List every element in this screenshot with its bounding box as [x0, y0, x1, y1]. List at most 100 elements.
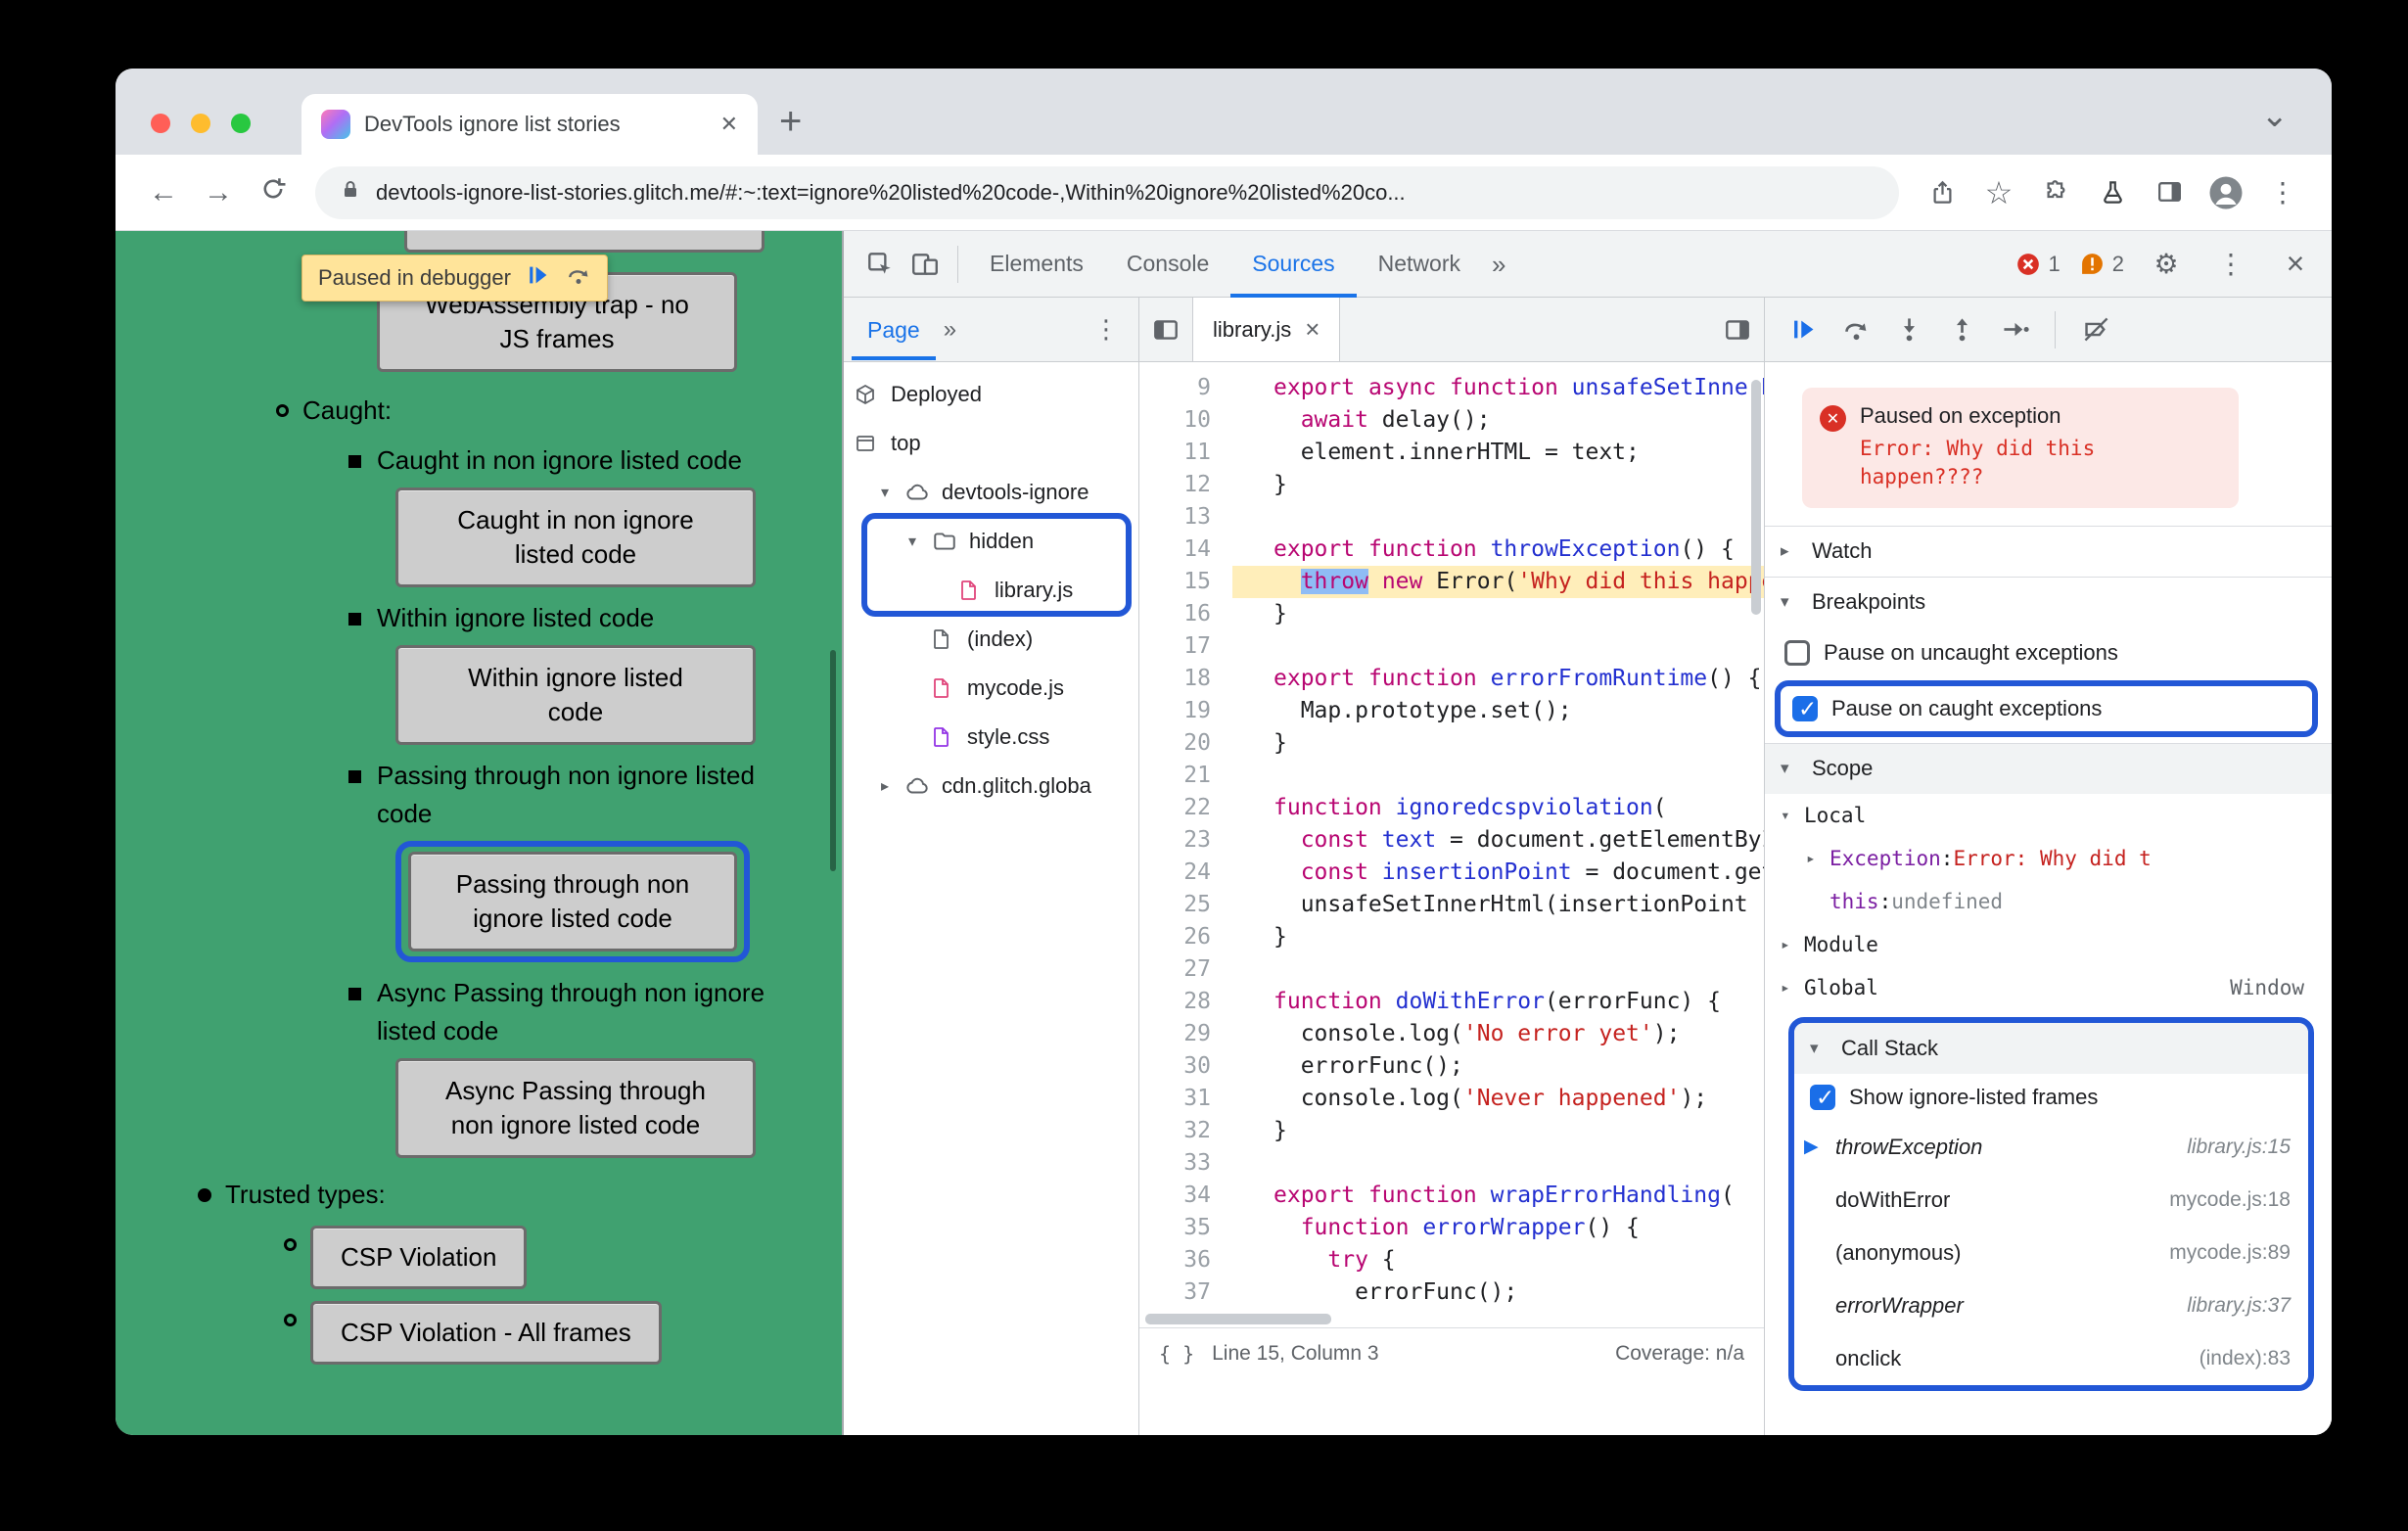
lock-icon[interactable] — [339, 178, 362, 207]
watch-section-header[interactable]: Watch — [1765, 525, 2332, 577]
tree-row[interactable]: Deployed — [844, 370, 1138, 419]
tab-console[interactable]: Console — [1105, 231, 1230, 298]
breakpoint-item[interactable]: Pause on caught exceptions — [1781, 686, 2312, 731]
forward-icon[interactable] — [196, 176, 241, 209]
horizontal-scrollbar[interactable] — [1139, 1311, 1764, 1327]
step-over-icon[interactable] — [566, 262, 591, 294]
pretty-print-icon[interactable] — [1159, 1342, 1194, 1366]
frame-name: errorWrapper — [1835, 1292, 1964, 1318]
vertical-scrollbar[interactable] — [1751, 380, 1761, 615]
checkbox-checked[interactable] — [1792, 695, 1818, 722]
chevron-right-icon[interactable]: ▸ — [1781, 978, 1804, 997]
tree-row[interactable]: top — [844, 419, 1138, 468]
tree-row[interactable]: (index) — [844, 615, 1138, 664]
page-scrollbar[interactable] — [830, 650, 836, 871]
deactivate-breakpoints-icon[interactable] — [2073, 314, 2118, 345]
call-stack-frame[interactable]: (anonymous) mycode.js:89 — [1794, 1226, 2308, 1279]
tab-sources[interactable]: Sources — [1230, 231, 1356, 298]
page-button[interactable]: Within ignore listed code — [395, 645, 756, 745]
tree-row[interactable]: mycode.js — [844, 664, 1138, 713]
show-ignore-listed-frames-toggle[interactable]: Show ignore-listed frames — [1794, 1073, 2308, 1121]
checkbox-unchecked[interactable] — [1784, 639, 1810, 666]
page-button[interactable]: CSP Violation - All frames — [310, 1301, 662, 1365]
tree-row[interactable]: ▸ cdn.glitch.globa — [844, 762, 1138, 811]
reload-icon[interactable] — [251, 175, 296, 210]
more-panels-icon[interactable] — [1482, 231, 1515, 298]
page-button[interactable]: Caught in non ignore listed code — [395, 487, 756, 587]
device-toolbar-icon[interactable] — [903, 250, 948, 279]
step-icon[interactable] — [1992, 314, 2037, 345]
step-into-icon[interactable] — [1886, 314, 1931, 345]
call-stack-frame[interactable]: ▶ throwException library.js:15 — [1794, 1120, 2308, 1174]
inspect-icon[interactable] — [857, 250, 903, 279]
editor-tab-library-js[interactable]: library.js — [1192, 298, 1341, 361]
partial-button[interactable] — [404, 231, 764, 253]
extensions-puzzle-icon[interactable] — [2032, 179, 2079, 206]
chevron-right-icon[interactable]: ▸ — [1781, 935, 1804, 953]
breakpoint-item[interactable]: Pause on uncaught exceptions — [1765, 627, 2332, 678]
devtools-kebab-icon[interactable] — [2208, 248, 2253, 280]
side-panel-icon[interactable] — [2146, 178, 2193, 207]
scope-row[interactable]: ▸ Exception: Error: Why did t — [1765, 837, 2332, 880]
tab-title: DevTools ignore list stories — [364, 112, 621, 136]
checkbox-checked[interactable] — [1810, 1084, 1835, 1111]
page-button[interactable]: Passing through non ignore listed code — [408, 852, 737, 951]
zoom-icon[interactable] — [231, 114, 251, 133]
resume-icon[interactable] — [527, 263, 550, 293]
step-out-icon[interactable] — [1939, 314, 1984, 345]
chevron-right-icon[interactable]: ▸ — [1806, 849, 1829, 867]
page-button[interactable]: CSP Violation — [310, 1226, 528, 1289]
tab-network[interactable]: Network — [1357, 231, 1482, 298]
scope-section-header[interactable]: Scope — [1765, 742, 2332, 794]
chevron-down-icon[interactable]: ▾ — [881, 483, 904, 502]
tab-search-chevron-icon[interactable] — [2261, 96, 2290, 135]
editor-tab-close-icon[interactable] — [1305, 314, 1320, 345]
scope-row[interactable]: this: undefined — [1765, 880, 2332, 923]
bookmark-star-icon[interactable] — [1975, 174, 2022, 211]
navigator-panel-toggle-icon[interactable] — [1139, 298, 1192, 361]
tree-row[interactable]: ▾ hidden — [844, 517, 1138, 566]
extension-flask-icon[interactable] — [2089, 179, 2136, 206]
share-icon[interactable] — [1919, 179, 1966, 206]
gear-icon[interactable] — [2144, 248, 2189, 280]
browser-menu-kebab-icon[interactable] — [2259, 176, 2306, 209]
scope-row[interactable]: ▸ Global Window — [1765, 966, 2332, 1009]
list-item: Caught in non ignore listed code — [348, 441, 842, 480]
issues-badge[interactable]: 2 — [2080, 252, 2124, 277]
error-badge[interactable]: 1 — [2015, 252, 2061, 277]
more-nav-tabs-icon[interactable] — [936, 316, 964, 344]
breakpoints-section-header[interactable]: Breakpoints — [1765, 576, 2332, 627]
page-button[interactable]: Async Passing through non ignore listed … — [395, 1058, 756, 1158]
chevron-down-icon[interactable]: ▾ — [1781, 806, 1804, 824]
tree-row[interactable]: style.css — [844, 713, 1138, 762]
tree-row[interactable]: ▾ devtools-ignore — [844, 468, 1138, 517]
call-stack-section-header[interactable]: Call Stack — [1794, 1022, 2308, 1074]
new-tab-button[interactable] — [779, 100, 802, 144]
tab-close-icon[interactable] — [720, 112, 738, 137]
navigator-kebab-icon[interactable] — [1082, 314, 1131, 345]
call-stack-frame[interactable]: errorWrapper library.js:37 — [1794, 1278, 2308, 1332]
list-item: Caught: — [276, 392, 842, 430]
scope-row[interactable]: ▾ Local — [1765, 794, 2332, 837]
chevron-down-icon[interactable]: ▾ — [908, 532, 932, 551]
tab-elements[interactable]: Elements — [968, 231, 1105, 298]
avatar[interactable] — [2202, 175, 2249, 210]
code-line: 9 export async function unsafeSetInnerHtm… — [1139, 372, 1764, 404]
tree-row[interactable]: library.js — [844, 566, 1138, 615]
scope-row[interactable]: ▸ Module — [1765, 923, 2332, 966]
chevron-right-icon[interactable]: ▸ — [881, 776, 904, 796]
call-stack-frame[interactable]: onclick (index):83 — [1794, 1331, 2308, 1385]
scrollbar-thumb[interactable] — [1145, 1314, 1331, 1324]
back-icon[interactable] — [141, 176, 186, 209]
call-stack-frame[interactable]: doWithError mycode.js:18 — [1794, 1173, 2308, 1227]
tab-page[interactable]: Page — [852, 300, 936, 360]
resume-icon[interactable] — [1781, 314, 1826, 345]
sidebar-panel-toggle-icon[interactable] — [1711, 298, 1764, 361]
browser-tab[interactable]: DevTools ignore list stories — [301, 94, 758, 155]
minimize-icon[interactable] — [191, 114, 210, 133]
code-lines[interactable]: 9 export async function unsafeSetInnerHtm… — [1139, 362, 1764, 1311]
close-icon[interactable] — [151, 114, 170, 133]
step-over-icon[interactable] — [1833, 314, 1878, 345]
address-bar[interactable]: devtools-ignore-list-stories.glitch.me/#… — [315, 165, 1899, 219]
close-icon[interactable] — [2273, 246, 2318, 282]
